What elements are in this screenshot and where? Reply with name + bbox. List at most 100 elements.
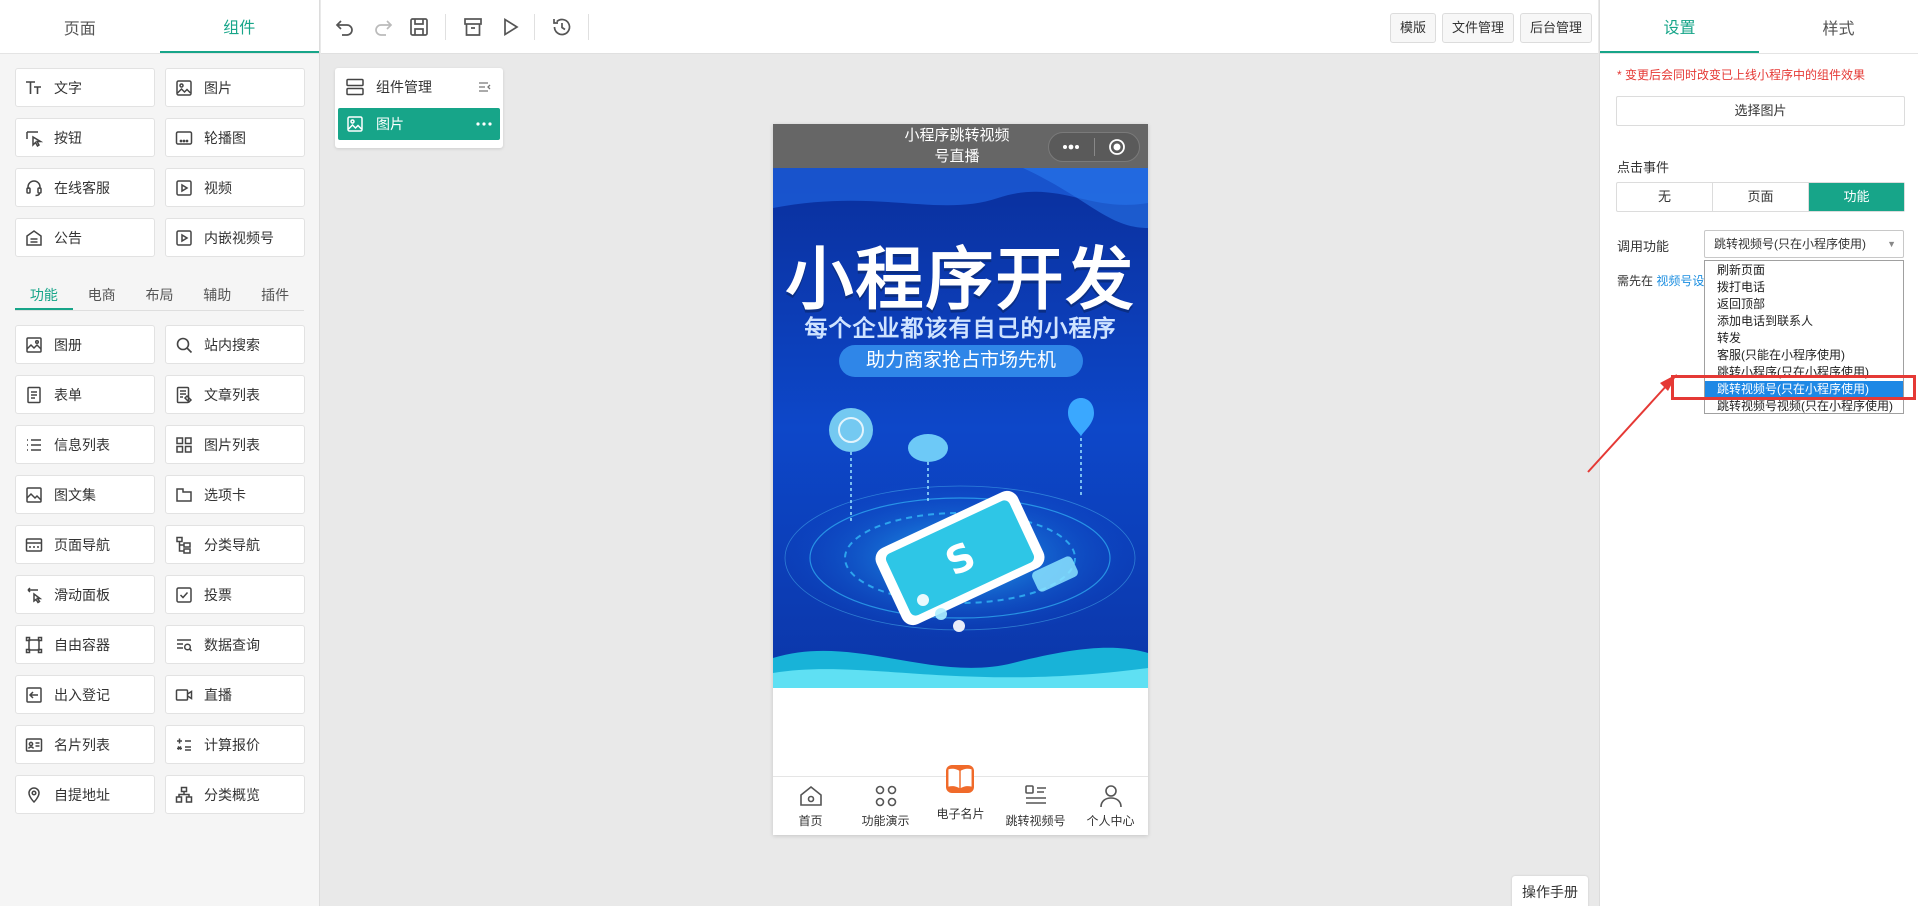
file-manager-button[interactable]: 文件管理 — [1442, 13, 1515, 43]
component-text[interactable]: 文字 — [15, 68, 155, 107]
more-icon[interactable] — [475, 121, 493, 127]
component-notice[interactable]: 公告 — [15, 218, 155, 257]
component-page-nav[interactable]: 页面导航 — [15, 525, 155, 564]
component-label: 图片 — [204, 79, 232, 96]
archive-icon[interactable] — [461, 15, 485, 39]
mini-program-capsule — [1048, 132, 1140, 162]
cat-tab-function[interactable]: 功能 — [15, 281, 73, 310]
component-video[interactable]: 视频 — [165, 168, 305, 207]
select-image-button[interactable]: 选择图片 — [1616, 96, 1905, 126]
note-prefix: 需先在 — [1617, 274, 1654, 288]
tabbar-item-channel[interactable]: 跳转视频号 — [998, 777, 1073, 835]
component-vote[interactable]: 投票 — [165, 575, 305, 614]
dropdown-option[interactable]: 跳转小程序(只在小程序使用) — [1705, 364, 1903, 381]
dropdown-option[interactable]: 拨打电话 — [1705, 279, 1903, 296]
template-button[interactable]: 模版 — [1390, 13, 1437, 43]
tabbar-item-demo[interactable]: 功能演示 — [848, 777, 923, 835]
capsule-close-icon[interactable] — [1095, 138, 1140, 156]
user-manual-button[interactable]: 操作手册 — [1512, 876, 1588, 906]
component-label: 分类导航 — [204, 536, 260, 553]
dropdown-option[interactable]: 转发 — [1705, 330, 1903, 347]
warning-text: * 变更后会同时改变已上线小程序中的组件效果 — [1617, 68, 1866, 82]
component-image[interactable]: 图片 — [165, 68, 305, 107]
component-category-overview[interactable]: 分类概览 — [165, 775, 305, 814]
cat-tab-plugin[interactable]: 插件 — [246, 281, 304, 310]
collapse-icon[interactable] — [477, 79, 493, 95]
dropdown-option[interactable]: 返回顶部 — [1705, 296, 1903, 313]
dropdown-option[interactable]: 添加电话到联系人 — [1705, 313, 1903, 330]
chevron-down-icon: ▼ — [1887, 239, 1896, 249]
component-tabs[interactable]: 选项卡 — [165, 475, 305, 514]
dropdown-option[interactable]: 客服(只能在小程序使用) — [1705, 347, 1903, 364]
page-nav-icon — [25, 536, 43, 554]
component-pickup-address[interactable]: 自提地址 — [15, 775, 155, 814]
component-item-image[interactable]: 图片 — [338, 108, 500, 140]
component-label: 轮播图 — [204, 129, 246, 146]
component-label: 自提地址 — [54, 786, 110, 803]
tabbar-item-ecard[interactable]: 电子名片 — [923, 765, 998, 835]
tabbar-item-home[interactable]: 首页 — [773, 777, 848, 835]
function-select-value: 跳转视频号(只在小程序使用) — [1714, 237, 1866, 251]
component-data-query[interactable]: 数据查询 — [165, 625, 305, 664]
component-swipe-panel[interactable]: 滑动面板 — [15, 575, 155, 614]
calculator-icon — [175, 736, 193, 754]
phone-nav-title: 小程序跳转视频 号直播 — [893, 125, 1021, 167]
component-article-list[interactable]: 文章列表 — [165, 375, 305, 414]
capsule-more-icon[interactable] — [1049, 144, 1094, 150]
click-event-function[interactable]: 功能 — [1809, 183, 1904, 211]
tab-components[interactable]: 组件 — [159, 0, 319, 53]
component-label: 文章列表 — [204, 386, 260, 403]
component-label: 视频 — [204, 179, 232, 196]
history-icon[interactable] — [550, 15, 574, 39]
component-button[interactable]: 按钮 — [15, 118, 155, 157]
component-gallery[interactable]: 图文集 — [15, 475, 155, 514]
component-channel-video[interactable]: 内嵌视频号 — [165, 218, 305, 257]
function-select[interactable]: 跳转视频号(只在小程序使用) ▼ — [1704, 230, 1904, 258]
tab-settings[interactable]: 设置 — [1600, 0, 1759, 53]
component-calculator[interactable]: 计算报价 — [165, 725, 305, 764]
component-search[interactable]: 站内搜索 — [165, 325, 305, 364]
admin-button[interactable]: 后台管理 — [1520, 13, 1593, 43]
component-register[interactable]: 出入登记 — [15, 675, 155, 714]
preview-play-icon[interactable] — [498, 15, 522, 39]
component-free-container[interactable]: 自由容器 — [15, 625, 155, 664]
dropdown-option-highlighted[interactable]: 跳转视频号(只在小程序使用) — [1705, 381, 1903, 398]
component-label: 投票 — [204, 586, 232, 603]
component-label: 按钮 — [54, 129, 82, 146]
click-event-page[interactable]: 页面 — [1713, 183, 1809, 211]
component-manager-header[interactable]: 组件管理 — [335, 68, 503, 106]
undo-icon[interactable] — [333, 15, 357, 39]
feature-components: 图册 站内搜索 表单 文章列表 信息列表 图片列表 图文集 选项卡 页面导航 分… — [0, 311, 319, 814]
component-info-list[interactable]: 信息列表 — [15, 425, 155, 464]
tabbar-item-profile[interactable]: 个人中心 — [1073, 777, 1148, 835]
click-event-none[interactable]: 无 — [1617, 183, 1713, 211]
component-form[interactable]: 表单 — [15, 375, 155, 414]
tab-page[interactable]: 页面 — [0, 0, 160, 53]
banner-image[interactable]: S 小程序开发 每个企业都该有自己的小程序 助力商家抢占市场先机 — [773, 168, 1148, 688]
note-link[interactable]: 视频号设 — [1656, 274, 1704, 288]
home-icon — [799, 785, 822, 806]
component-carousel[interactable]: 轮播图 — [165, 118, 305, 157]
save-icon[interactable] — [407, 15, 431, 39]
component-label: 直播 — [204, 686, 232, 703]
cat-tab-layout[interactable]: 布局 — [131, 281, 189, 310]
swipe-panel-icon — [25, 586, 43, 604]
tabbar-label: 功能演示 — [861, 814, 910, 828]
component-album[interactable]: 图册 — [15, 325, 155, 364]
component-label: 在线客服 — [54, 179, 110, 196]
right-panel: 设置 样式 * 变更后会同时改变已上线小程序中的组件效果 选择图片 点击事件 无… — [1599, 0, 1918, 906]
redo-icon[interactable] — [371, 15, 395, 39]
info-list-icon — [25, 436, 43, 454]
cat-tab-ecommerce[interactable]: 电商 — [73, 281, 131, 310]
component-image-list[interactable]: 图片列表 — [165, 425, 305, 464]
component-card-list[interactable]: 名片列表 — [15, 725, 155, 764]
component-online-service[interactable]: 在线客服 — [15, 168, 155, 207]
tab-style[interactable]: 样式 — [1759, 0, 1918, 53]
component-live[interactable]: 直播 — [165, 675, 305, 714]
cat-tab-assist[interactable]: 辅助 — [188, 281, 246, 310]
component-label: 选项卡 — [204, 486, 246, 503]
dropdown-option[interactable]: 跳转视频号视频(只在小程序使用) — [1705, 398, 1903, 415]
component-label: 站内搜索 — [204, 336, 260, 353]
dropdown-option[interactable]: 刷新页面 — [1705, 262, 1903, 279]
component-category-nav[interactable]: 分类导航 — [165, 525, 305, 564]
